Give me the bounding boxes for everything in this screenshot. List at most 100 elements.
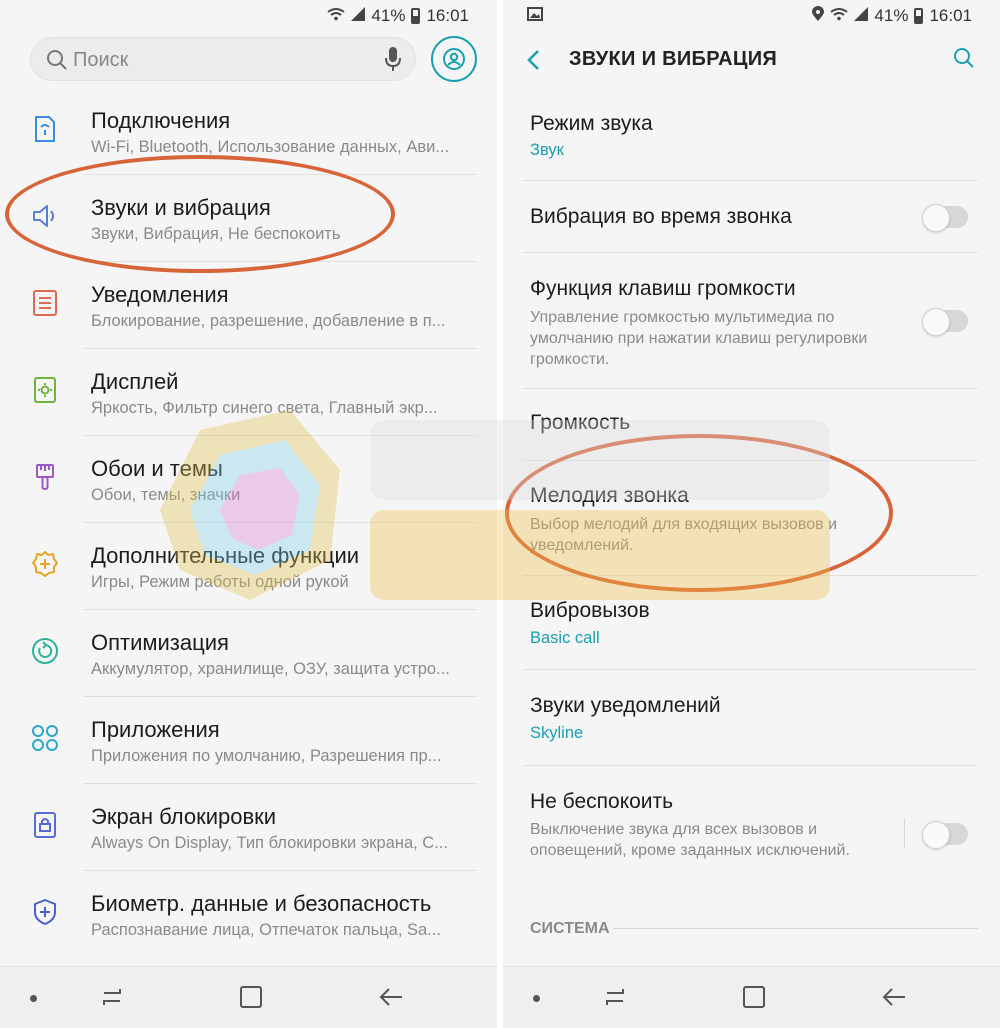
brush-icon — [30, 462, 60, 492]
row-title: Вибрация во время звонка — [530, 205, 792, 228]
setting-volume[interactable]: Громкость — [503, 389, 1000, 461]
optimization-icon — [30, 636, 60, 666]
search-icon — [954, 48, 974, 68]
back-nav-button[interactable] — [881, 985, 907, 1014]
item-title: Биометр. данные и безопасность — [91, 891, 432, 916]
dot-icon — [30, 995, 37, 1002]
row-title: Звуки уведомлений — [530, 694, 721, 717]
row-value: Skyline — [530, 724, 584, 742]
item-title: Дополнительные функции — [91, 543, 360, 568]
settings-item-display[interactable]: Дисплей Яркость, Фильтр синего света, Гл… — [0, 349, 497, 436]
microphone-icon[interactable] — [385, 46, 401, 77]
item-subtitle: Always On Display, Тип блокировки экрана… — [91, 834, 448, 852]
chevron-left-icon — [527, 50, 539, 70]
settings-item-notifications[interactable]: Уведомления Блокирование, разрешение, до… — [0, 262, 497, 349]
settings-item-sounds[interactable]: Звуки и вибрация Звуки, Вибрация, Не бес… — [0, 175, 497, 262]
recent-apps-button[interactable] — [100, 985, 124, 1014]
setting-volume-keys[interactable]: Функция клавиш громкости Управление гром… — [503, 253, 1000, 389]
setting-vibration-pattern[interactable]: Вибровызов Basic call — [503, 576, 1000, 670]
item-subtitle: Обои, темы, значки — [91, 486, 241, 504]
row-title: Функция клавиш громкости — [530, 277, 796, 300]
settings-item-advanced[interactable]: Дополнительные функции Игры, Режим работ… — [0, 523, 497, 610]
lock-icon — [30, 810, 60, 840]
row-value: Звук — [530, 141, 564, 159]
wifi-icon — [327, 7, 346, 25]
vibrate-call-toggle[interactable] — [922, 204, 968, 232]
location-icon — [812, 6, 825, 26]
item-title: Дисплей — [91, 369, 179, 394]
battery-percent: 41% — [371, 6, 406, 25]
back-button[interactable] — [525, 48, 541, 76]
item-subtitle: Звуки, Вибрация, Не беспокоить — [91, 225, 341, 243]
row-subtitle: Управление громкостью мультимедиа по умо… — [530, 309, 868, 368]
search-icon — [45, 48, 69, 77]
setting-sound-mode[interactable]: Режим звука Звук — [503, 90, 1000, 181]
search-input[interactable] — [73, 46, 373, 74]
battery-icon — [914, 8, 924, 24]
battery-percent: 41% — [874, 6, 909, 25]
recent-apps-icon — [606, 989, 624, 1005]
recent-apps-icon — [103, 989, 121, 1005]
item-title: Подключения — [91, 108, 231, 133]
item-title: Уведомления — [91, 282, 229, 307]
item-title: Оптимизация — [91, 630, 229, 655]
connections-icon — [30, 114, 60, 144]
app-header: ЗВУКИ И ВИБРАЦИЯ — [503, 32, 1000, 90]
search-bar[interactable] — [30, 37, 416, 81]
home-button[interactable] — [240, 986, 262, 1008]
navigation-bar — [0, 966, 497, 1028]
row-title: Режим звука — [530, 112, 653, 135]
setting-vibrate-during-call[interactable]: Вибрация во время звонка — [503, 181, 1000, 253]
item-subtitle: Wi-Fi, Bluetooth, Использование данных, … — [91, 138, 450, 156]
status-bar: 41% 16:01 — [0, 0, 497, 32]
settings-item-security[interactable]: Биометр. данные и безопасность Распознав… — [0, 871, 497, 958]
item-subtitle: Яркость, Фильтр синего света, Главный эк… — [91, 399, 438, 417]
row-title: Не беспокоить — [530, 790, 674, 813]
settings-item-apps[interactable]: Приложения Приложения по умолчанию, Разр… — [0, 697, 497, 784]
item-subtitle: Блокирование, разрешение, добавление в п… — [91, 312, 446, 330]
clock: 16:01 — [426, 6, 469, 25]
row-title: Вибровызов — [530, 599, 650, 622]
item-title: Звуки и вибрация — [91, 195, 271, 220]
signal-icon — [351, 7, 366, 25]
settings-item-optimization[interactable]: Оптимизация Аккумулятор, хранилище, ОЗУ,… — [0, 610, 497, 697]
battery-icon — [411, 8, 421, 24]
dnd-toggle[interactable] — [922, 821, 968, 849]
item-title: Экран блокировки — [91, 804, 277, 829]
item-subtitle: Аккумулятор, хранилище, ОЗУ, защита устр… — [91, 660, 450, 678]
dot-icon — [533, 995, 540, 1002]
section-divider — [613, 928, 978, 929]
gear-plus-icon — [30, 549, 60, 579]
setting-ringtone[interactable]: Мелодия звонка Выбор мелодий для входящи… — [503, 461, 1000, 576]
shield-icon — [30, 897, 60, 927]
sounds-screen: 41% 16:01 ЗВУКИ И ВИБРАЦИЯ Режим звука З… — [503, 0, 1000, 1028]
item-title: Приложения — [91, 717, 220, 742]
back-arrow-icon — [379, 988, 402, 1006]
recent-apps-button[interactable] — [603, 985, 627, 1014]
search-button[interactable] — [952, 46, 976, 75]
settings-list: Подключения Wi-Fi, Bluetooth, Использова… — [0, 88, 497, 958]
row-subtitle: Выключение звука для всех вызовов и опов… — [530, 821, 850, 859]
signal-icon — [854, 7, 869, 25]
setting-notification-sounds[interactable]: Звуки уведомлений Skyline — [503, 670, 1000, 766]
account-button[interactable] — [431, 36, 477, 82]
back-nav-button[interactable] — [378, 985, 404, 1014]
setting-do-not-disturb[interactable]: Не беспокоить Выключение звука для всех … — [503, 766, 1000, 896]
row-title: Громкость — [530, 411, 631, 434]
display-icon — [30, 375, 60, 405]
section-header: СИСТЕМА — [530, 920, 610, 937]
wifi-icon — [830, 7, 849, 25]
volume-keys-toggle[interactable] — [922, 308, 968, 336]
page-title: ЗВУКИ И ВИБРАЦИЯ — [569, 48, 778, 70]
account-icon — [443, 48, 465, 70]
settings-item-wallpapers[interactable]: Обои и темы Обои, темы, значки — [0, 436, 497, 523]
navigation-bar — [503, 966, 1000, 1028]
row-title: Мелодия звонка — [530, 484, 689, 507]
home-button[interactable] — [743, 986, 765, 1008]
settings-item-lockscreen[interactable]: Экран блокировки Always On Display, Тип … — [0, 784, 497, 871]
notifications-icon — [30, 288, 60, 318]
item-subtitle: Приложения по умолчанию, Разрешения пр..… — [91, 747, 442, 765]
settings-item-connections[interactable]: Подключения Wi-Fi, Bluetooth, Использова… — [0, 88, 497, 175]
apps-icon — [30, 723, 60, 753]
row-value: Basic call — [530, 629, 600, 647]
